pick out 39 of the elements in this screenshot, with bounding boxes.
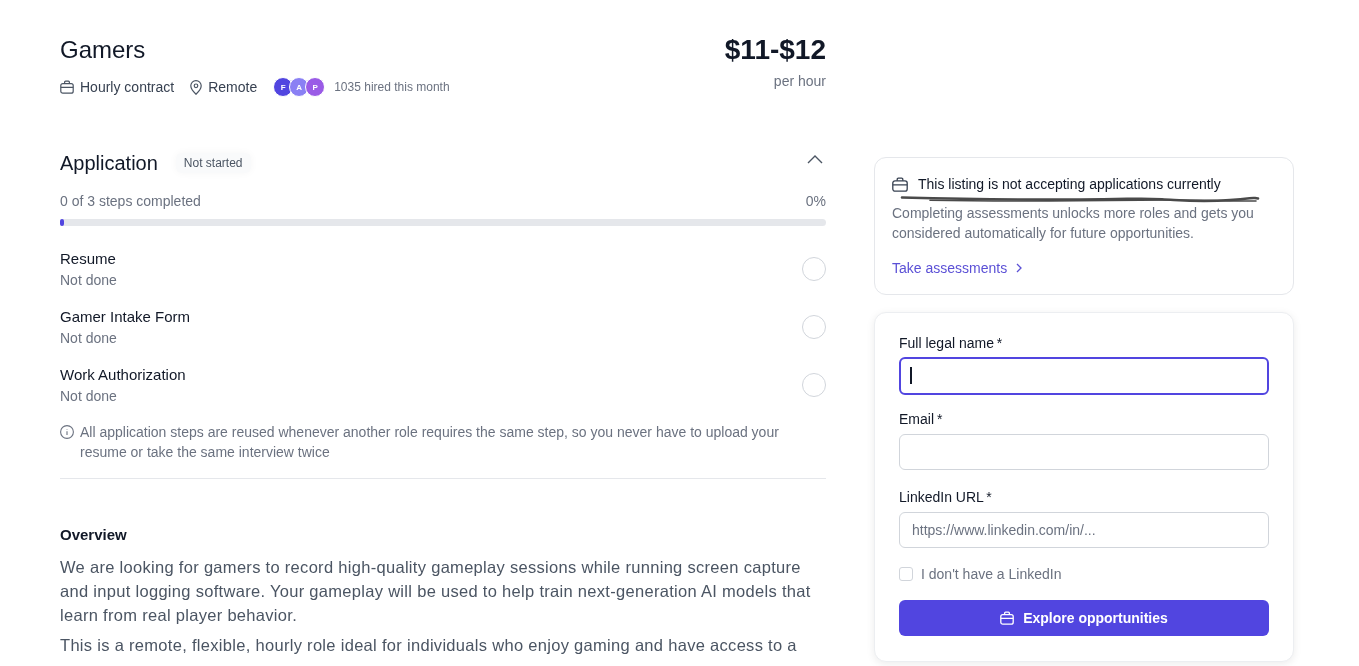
briefcase-icon	[1000, 611, 1015, 625]
progress-percent: 0%	[805, 192, 826, 211]
field-label: Email *	[899, 410, 943, 428]
job-meta-text: Remote	[208, 79, 258, 95]
checkbox-label[interactable]: I don't have a LinkedIn	[921, 566, 1062, 582]
job-title: Gamers	[60, 35, 146, 65]
briefcase-icon	[60, 80, 74, 94]
checkbox[interactable]	[899, 567, 913, 581]
notice-title: This listing is not accepting applications currently	[918, 175, 1221, 194]
pay-unit: per hour	[772, 72, 826, 90]
chevron-right-icon	[1016, 263, 1023, 273]
text-cursor-icon	[910, 367, 912, 384]
location-pin-icon	[190, 79, 203, 95]
field-label: Full legal name *	[899, 334, 1003, 352]
progress-text: 0 of 3 steps completed	[60, 192, 201, 211]
overview-heading: Overview	[60, 525, 127, 545]
field-label: LinkedIn URL *	[899, 488, 992, 506]
step-status: Not done	[60, 329, 118, 348]
section-title: Application	[60, 151, 158, 175]
hired-count: 1035 hired this month	[334, 80, 450, 94]
briefcase-icon	[892, 176, 908, 192]
job-meta-text: Hourly contract	[80, 79, 175, 95]
step-status: Not done	[60, 387, 118, 406]
pay-rate: $11-$12	[724, 33, 826, 67]
chevron-icon[interactable]	[807, 154, 823, 164]
step-name: Work Authorization	[60, 365, 186, 385]
step-status: Not done	[60, 271, 117, 290]
avatar: P	[305, 77, 326, 97]
info-note: All application steps are reused whenever another role requires the same step, so you never have to upload your resume or take the same interview twice	[80, 423, 780, 462]
overview-paragraph: We are looking for gamers to record high-quality gameplay sessions while running screen capture and input logging software. Your gameplay will be used to help train next-generation AI models that learn from real player behavior.	[60, 557, 812, 626]
take-assessments-link[interactable]: Take assessments	[892, 258, 1023, 278]
step-name: Resume	[60, 249, 117, 269]
text-input-field[interactable]	[899, 357, 1269, 395]
explore-opportunities-button[interactable]: Explore opportunities	[899, 600, 1269, 636]
overview-paragraph: This is a remote, flexible, hourly role ideal for individuals who enjoy gaming and have access to a	[60, 635, 798, 656]
status-badge: Not started	[175, 153, 251, 173]
notice-text: Completing assessments unlocks more roles and gets you considered automatically for future opportunities.	[892, 204, 1255, 243]
info-icon	[60, 425, 74, 439]
step-name: Gamer Intake Form	[60, 307, 191, 327]
